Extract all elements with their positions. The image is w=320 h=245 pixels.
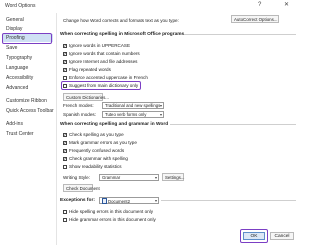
ignore-numbers-checkbox[interactable] (63, 51, 67, 57)
spanish-modes-select[interactable]: Tuteo verb forms only ▾ (102, 111, 164, 118)
sidebar-item-general[interactable]: General (3, 16, 53, 24)
sidebar-item-customize-ribbon[interactable]: Customize Ribbon (3, 97, 53, 105)
flag-repeated-label: Flag repeated words (69, 67, 111, 72)
proofing-highlight-box (2, 33, 52, 44)
french-modes-select[interactable]: Traditional and new spellings ▾ (102, 102, 164, 109)
sidebar-item-display[interactable]: Display (3, 25, 53, 33)
close-icon[interactable]: ✕ (284, 2, 289, 8)
grammar-settings-button[interactable]: Settings... (162, 173, 185, 181)
sidebar-item-accessibility[interactable]: Accessibility (3, 74, 53, 82)
hide-spelling-errors-checkbox[interactable] (63, 210, 67, 214)
sidebar-item-typography[interactable]: Typography (3, 54, 53, 62)
cancel-button[interactable]: Cancel (270, 232, 294, 240)
flag-repeated-checkbox[interactable] (63, 67, 67, 73)
enforce-accented-label: Enforce accented uppercase in French (69, 75, 148, 80)
ignore-uppercase-checkbox[interactable] (63, 43, 67, 49)
mark-grammar-label: Mark grammar errors as you type (69, 140, 137, 145)
sidebar-item-quick-access-toolbar[interactable]: Quick Access Toolbar (3, 107, 54, 115)
ignore-uppercase-label: Ignore words in UPPERCASE (69, 43, 131, 48)
chevron-down-icon: ▾ (154, 198, 157, 203)
chevron-down-icon: ▾ (159, 112, 162, 117)
writing-style-select[interactable]: Grammar ▾ (99, 174, 159, 181)
ignore-numbers-label: Ignore words that contain numbers (69, 51, 140, 56)
french-modes-label: French modes: (63, 103, 94, 108)
confused-words-label: Frequently confused words (69, 148, 125, 153)
proofing-panel: Change how Word corrects and formats tex… (57, 13, 300, 245)
exceptions-document-select[interactable]: Document2 ▾ (99, 197, 159, 204)
ok-highlight-box (240, 229, 268, 243)
sidebar-item-add-ins[interactable]: Add-ins (3, 120, 53, 128)
exceptions-label: Exceptions for: (60, 198, 95, 203)
custom-dictionaries-button[interactable]: Custom Dictionaries... (63, 93, 109, 101)
confused-words-checkbox[interactable] (63, 148, 67, 154)
suggest-highlight-box (61, 81, 141, 90)
window-title: Word Options (5, 3, 36, 9)
help-icon[interactable]: ? (258, 2, 261, 8)
options-sidebar: General Display Proofing Save Typography… (0, 13, 57, 245)
enforce-accented-checkbox[interactable] (63, 76, 67, 80)
check-spelling-label: Check spelling as you type (69, 132, 124, 137)
ignore-internet-label: Ignore Internet and file addresses (69, 59, 138, 64)
section-divider (161, 200, 296, 201)
ignore-internet-checkbox[interactable] (63, 59, 67, 65)
french-modes-value: Traditional and new spellings (105, 103, 161, 108)
hide-spelling-errors-label: Hide spelling errors in this document on… (69, 209, 154, 214)
hide-grammar-errors-label: Hide grammar errors in this document onl… (69, 217, 156, 222)
title-bar: Word Options ? ✕ (0, 0, 300, 12)
readability-stats-label: Show readability statistics (69, 164, 122, 169)
writing-style-label: Writing Style: (63, 175, 90, 180)
ms-spelling-heading: When correcting spelling in Microsoft Of… (60, 32, 185, 37)
writing-style-value: Grammar (102, 175, 121, 180)
autocorrect-description: Change how Word corrects and formats tex… (63, 18, 179, 23)
readability-stats-checkbox[interactable] (63, 165, 67, 169)
check-document-button[interactable]: Check Document (63, 184, 100, 192)
chevron-down-icon: ▾ (159, 103, 162, 108)
autocorrect-options-button[interactable]: AutoCorrect Options... (231, 15, 279, 23)
document-icon (102, 198, 107, 204)
sidebar-item-trust-center[interactable]: Trust Center (3, 130, 53, 138)
spanish-modes-value: Tuteo verb forms only (105, 112, 147, 117)
word-options-dialog: Word Options ? ✕ General Display Proofin… (0, 0, 300, 245)
sidebar-item-advanced[interactable]: Advanced (3, 84, 53, 92)
exceptions-document-value: Document2 (108, 199, 130, 204)
check-grammar-label: Check grammar with spelling (69, 156, 128, 161)
sidebar-item-language[interactable]: Language (3, 64, 53, 72)
hide-grammar-errors-checkbox[interactable] (63, 218, 67, 222)
spanish-modes-label: Spanish modes: (63, 112, 96, 117)
section-divider (184, 34, 296, 35)
chevron-down-icon: ▾ (154, 175, 157, 180)
mark-grammar-checkbox[interactable] (63, 140, 67, 146)
sidebar-item-save[interactable]: Save (3, 44, 53, 52)
word-spelling-heading: When correcting spelling and grammar in … (60, 122, 169, 127)
check-grammar-checkbox[interactable] (63, 156, 67, 162)
section-divider (170, 124, 296, 125)
check-spelling-checkbox[interactable] (63, 132, 67, 138)
